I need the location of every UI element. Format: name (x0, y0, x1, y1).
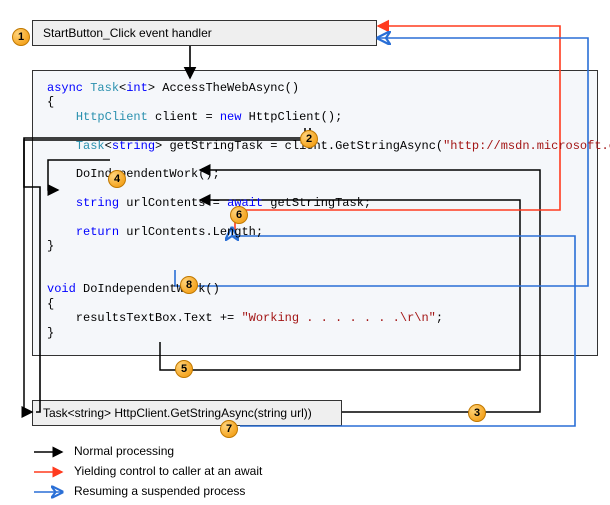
startbutton-handler-box: StartButton_Click event handler (32, 20, 377, 46)
legend-arrow-yield-icon (32, 465, 66, 479)
legend-label-normal: Normal processing (74, 442, 174, 461)
startbutton-handler-label: StartButton_Click event handler (43, 26, 212, 40)
badge-1: 1 (12, 28, 30, 46)
code-listing: async Task<int> AccessTheWebAsync() { Ht… (33, 71, 597, 350)
legend-row-normal: Normal processing (32, 442, 262, 462)
legend-arrow-normal-icon (32, 445, 66, 459)
badge-7: 7 (220, 420, 238, 438)
code-box: async Task<int> AccessTheWebAsync() { Ht… (32, 70, 598, 356)
badge-3: 3 (468, 404, 486, 422)
getstringasync-label: Task<string> HttpClient.GetStringAsync(s… (43, 406, 312, 420)
legend-label-yield: Yielding control to caller at an await (74, 462, 262, 481)
badge-2: 2 (300, 130, 318, 148)
legend: Normal processing Yielding control to ca… (32, 442, 262, 502)
getstringasync-box: Task<string> HttpClient.GetStringAsync(s… (32, 400, 342, 426)
badge-5: 5 (175, 360, 193, 378)
legend-arrow-resume-icon (32, 485, 66, 499)
badge-8: 8 (180, 276, 198, 294)
badge-4: 4 (108, 170, 126, 188)
legend-row-yield: Yielding control to caller at an await (32, 462, 262, 482)
badge-6: 6 (230, 206, 248, 224)
legend-label-resume: Resuming a suspended process (74, 482, 245, 501)
legend-row-resume: Resuming a suspended process (32, 482, 262, 502)
